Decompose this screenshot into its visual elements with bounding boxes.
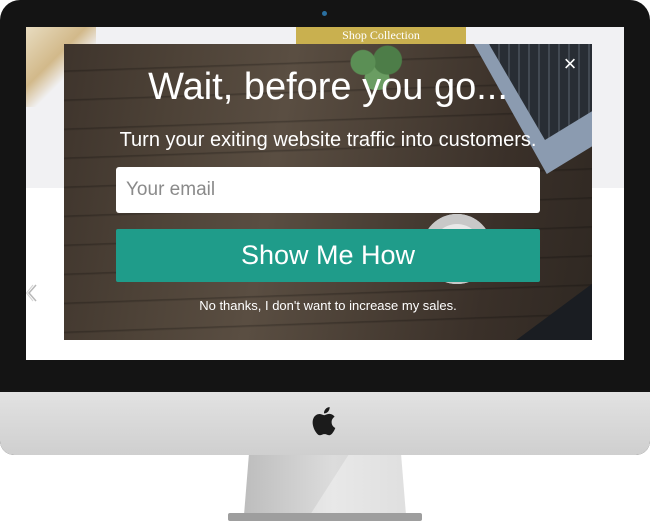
screen: Shop Collection × Wait, before you go...… xyxy=(26,27,624,360)
email-field[interactable] xyxy=(116,167,540,213)
exit-intent-popup: × Wait, before you go... Turn your exiti… xyxy=(64,44,592,340)
monitor-stand-base xyxy=(228,513,422,521)
camera-dot xyxy=(322,11,327,16)
popup-title: Wait, before you go... xyxy=(148,66,508,108)
monitor-bezel: Shop Collection × Wait, before you go...… xyxy=(0,0,650,455)
chevron-left-icon[interactable] xyxy=(26,283,38,309)
shop-collection-button[interactable]: Shop Collection xyxy=(296,27,466,44)
decline-link[interactable]: No thanks, I don't want to increase my s… xyxy=(64,298,592,313)
popup-subtitle: Turn your exiting website traffic into c… xyxy=(119,129,537,151)
apple-logo-icon xyxy=(312,407,336,436)
show-me-how-button[interactable]: Show Me How xyxy=(116,229,540,282)
